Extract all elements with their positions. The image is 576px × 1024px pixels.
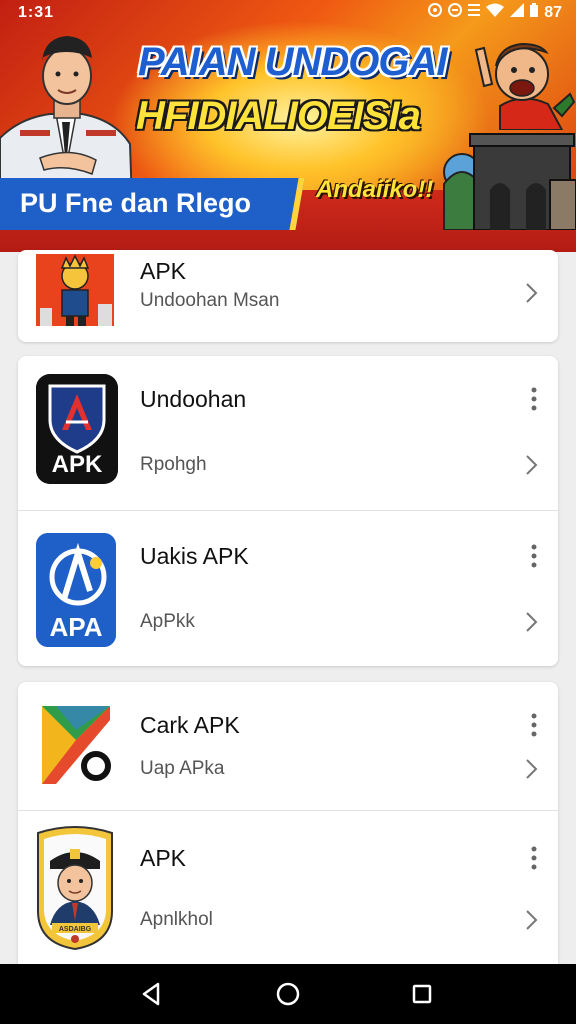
home-icon[interactable] <box>272 978 304 1010</box>
status-time: 1:31 <box>18 4 55 21</box>
more-options-icon[interactable] <box>526 712 542 738</box>
banner-ribbon-text: PU Fne dan Rlego <box>20 188 252 218</box>
apa-icon-label: APA <box>50 612 103 642</box>
list-item[interactable]: APA Uakis APK ApPkk <box>18 511 558 666</box>
list-item-title: APK <box>140 258 187 284</box>
play-store-icon <box>36 700 116 790</box>
banner-headline-line1: PAIAN UNDOGAI <box>138 40 447 84</box>
list-item-subtitle: Undoohan Msan <box>140 290 280 311</box>
notification-icon <box>428 3 443 22</box>
indonesian-character-icon <box>36 254 114 326</box>
officer-illustration <box>0 36 132 202</box>
chevron-right-icon[interactable] <box>518 609 544 635</box>
list-item[interactable]: ASDAIBG APK Apnlkhol <box>18 811 558 972</box>
sync-icon <box>448 3 463 22</box>
banner-headline-line2: HFIDIALIOEISIa <box>136 94 421 138</box>
list-item-title: Undoohan <box>140 386 247 412</box>
list-item-subtitle: ApPkk <box>140 611 195 632</box>
chevron-right-icon[interactable] <box>518 452 544 478</box>
app-card: Cark APK Uap APka ASDAIBG APK Apnlkhol <box>18 682 558 972</box>
list-item[interactable]: Cark APK Uap APka <box>18 682 558 810</box>
list-item-title: APK <box>140 845 187 871</box>
chevron-right-icon[interactable] <box>518 756 544 782</box>
battery-icon <box>530 3 539 22</box>
more-options-icon[interactable] <box>526 543 542 569</box>
list-item[interactable]: APK Undoohan Rpohgh <box>18 356 558 510</box>
chevron-right-icon[interactable] <box>518 280 544 306</box>
chevron-right-icon[interactable] <box>518 907 544 933</box>
list-item-subtitle: Rpohgh <box>140 454 207 475</box>
more-options-icon[interactable] <box>526 845 542 871</box>
list-item-subtitle: Apnlkhol <box>140 909 213 930</box>
shield-icon-label: APK <box>52 451 103 478</box>
navigation-bar <box>0 964 576 1024</box>
apa-icon: APA <box>36 533 116 647</box>
badge-icon-label: ASDAIBG <box>59 926 92 933</box>
list-item[interactable]: APK Undoohan Msan <box>18 250 558 342</box>
back-icon[interactable] <box>136 978 168 1010</box>
wifi-icon <box>486 3 505 22</box>
battery-level: 87 <box>544 3 562 21</box>
recents-icon[interactable] <box>406 978 438 1010</box>
officer-badge-icon: ASDAIBG <box>32 825 118 951</box>
promo-banner[interactable]: PAIAN UNDOGAI HFIDIALIOEISIa PU Fne dan … <box>0 0 576 252</box>
shield-apk-icon: APK <box>36 374 118 484</box>
list-item-title: Cark APK <box>140 712 240 738</box>
list-item-subtitle: Uap APka <box>140 758 225 779</box>
more-options-icon[interactable] <box>526 386 542 412</box>
signal-icon <box>510 3 525 22</box>
list-item-title: Uakis APK <box>140 543 249 569</box>
menu-lines-icon <box>468 3 481 22</box>
app-card: APK Undoohan Rpohgh APA Uakis APK ApPkk <box>18 356 558 666</box>
app-card: APK Undoohan Msan <box>18 250 558 342</box>
mascot-illustration <box>474 42 576 130</box>
banner-tagline: Andaiiko!! <box>316 176 434 203</box>
status-bar: 1:31 87 <box>0 0 576 26</box>
buildings-illustration <box>443 133 576 230</box>
